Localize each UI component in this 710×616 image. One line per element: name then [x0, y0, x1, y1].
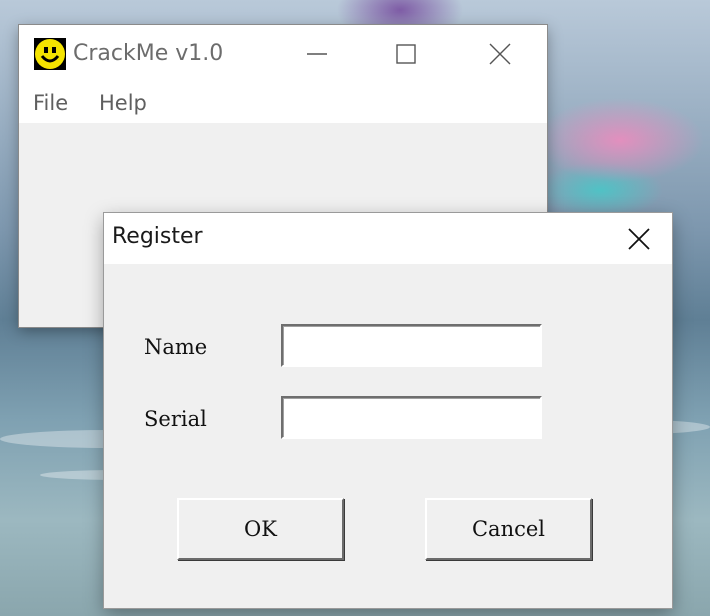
serial-input[interactable]	[281, 396, 542, 439]
name-label: Name	[144, 335, 208, 359]
maximize-button[interactable]	[383, 35, 429, 73]
close-icon	[489, 43, 511, 65]
close-icon	[628, 228, 650, 250]
name-input[interactable]	[281, 324, 542, 367]
register-dialog: Register Name Serial OK Cancel	[104, 213, 672, 608]
menu-bar: File Help	[19, 83, 547, 123]
maximize-icon	[396, 44, 416, 64]
minimize-icon	[307, 53, 327, 55]
close-button[interactable]	[477, 35, 523, 73]
dialog-titlebar[interactable]: Register	[104, 213, 672, 264]
main-titlebar[interactable]: CrackMe v1.0	[19, 25, 547, 83]
window-title: CrackMe v1.0	[73, 41, 224, 66]
minimize-button[interactable]	[294, 35, 340, 73]
dialog-close-button[interactable]	[614, 219, 664, 259]
smiley-icon	[34, 38, 66, 70]
menu-help[interactable]: Help	[99, 91, 147, 115]
menu-file[interactable]: File	[33, 91, 68, 115]
serial-label: Serial	[144, 407, 207, 431]
ok-button[interactable]: OK	[177, 498, 344, 560]
dialog-title: Register	[112, 224, 203, 249]
cancel-button[interactable]: Cancel	[425, 498, 592, 560]
